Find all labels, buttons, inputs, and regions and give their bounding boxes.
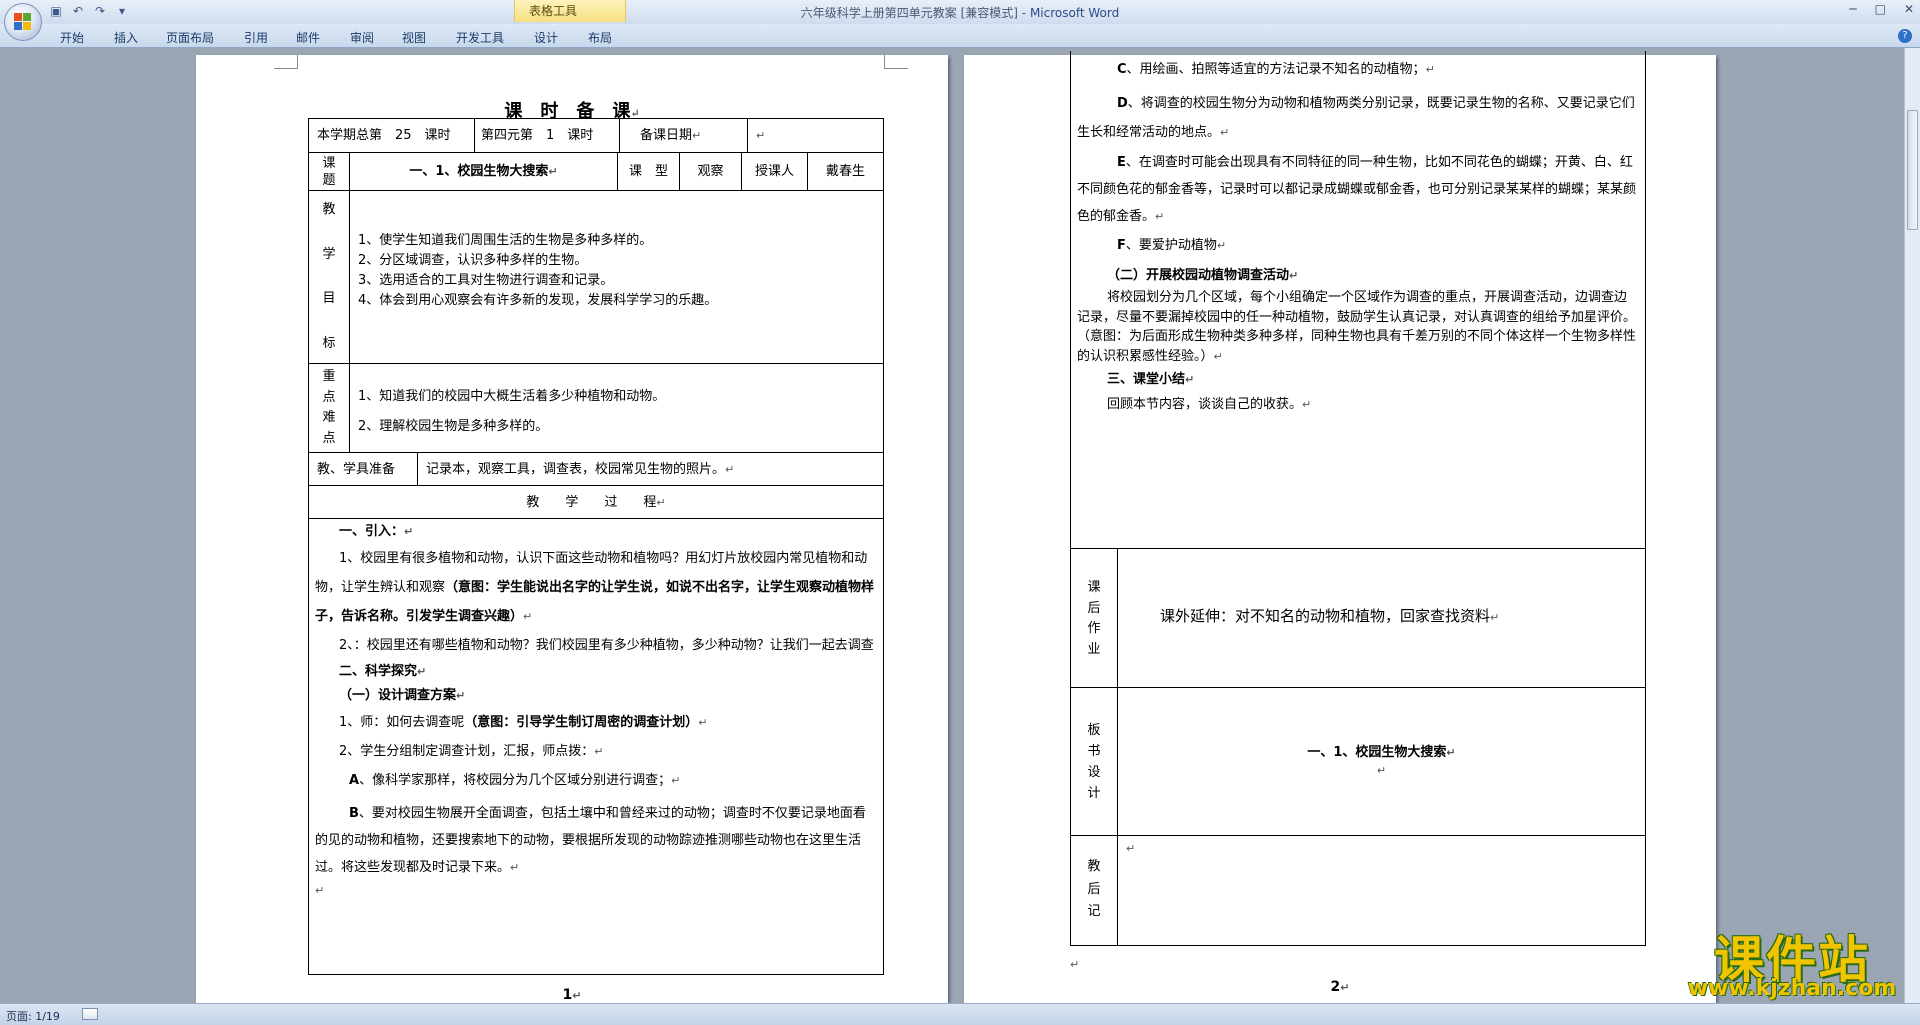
header-row: 本学期总第 25 课时 第四元第 1 课时 备课日期↵ ↵ — [308, 118, 884, 153]
process-row-continued: C、用绘画、拍照等适宜的方法记录不知名的动植物；↵ D、将调查的校园生物分为动物… — [1070, 51, 1646, 549]
summary-heading: 三、课堂小结↵ — [1107, 372, 1195, 387]
unit-lesson-cell[interactable]: 第四元第 1 课时 — [474, 119, 622, 152]
topic-row: 课题 一、1、校园生物大搜索↵ 课 型 观察 授课人 戴春生 — [308, 152, 884, 191]
goal-item: 3、选用适合的工具对生物进行调查和记录。 — [358, 273, 614, 288]
date-label-cell[interactable]: 备课日期↵ — [619, 119, 739, 152]
topic-label: 课题 — [322, 156, 336, 188]
page-2[interactable]: C、用绘画、拍照等适宜的方法记录不知名的动植物；↵ D、将调查的校园生物分为动物… — [964, 51, 1716, 1003]
process-content-continued[interactable]: C、用绘画、拍照等适宜的方法记录不知名的动植物；↵ D、将调查的校园生物分为动物… — [1071, 51, 1645, 548]
point-a: A、像科学家那样，将校园分为几个区域分别进行调查；↵ — [349, 773, 681, 788]
process-content[interactable]: 一、引入：↵ 1、校园里有很多植物和动物，认识下面这些动物和植物吗？用幻灯片放校… — [309, 519, 883, 974]
keypoints-content[interactable]: 1、知道我们的校园中大概生活着多少种植物和动物。 2、理解校园生物是多种多样的。 — [349, 364, 883, 452]
page-1[interactable]: 课 时 备 课↵ 本学期总第 25 课时 第四元第 1 课时 备课日期↵ ↵ 课… — [196, 55, 948, 1003]
topic-title-cell[interactable]: 一、1、校园生物大搜索↵ — [349, 153, 617, 190]
tab-review[interactable]: 审阅 — [350, 29, 374, 46]
homework-row: 课 后 作 业 课外延伸：对不知名的动物和植物，回家查找资料↵ — [1070, 548, 1646, 688]
tab-home[interactable]: 开始 — [60, 29, 84, 46]
intro-paragraph-2: 2、：校园里还有哪些植物和动物？我们校园里有多少种植物，多少种动物？让我们一起去… — [339, 638, 874, 653]
reflection-row: 教 后 记 ↵ — [1070, 835, 1646, 946]
board-design-row: 板 书 设 计 一、1、校园生物大搜索↵ ↵ — [1070, 687, 1646, 836]
empty-paragraph: ↵ — [315, 884, 325, 897]
reflection-label: 教 后 记 — [1087, 859, 1101, 919]
scrollbar-thumb[interactable] — [1907, 110, 1918, 230]
minimize-icon[interactable]: ─ — [1849, 2, 1856, 16]
window-title: 六年级科学上册第四单元教案 [兼容模式] - Microsoft Word — [800, 6, 1120, 20]
page-number: 2↵ — [1330, 979, 1350, 995]
crop-mark — [884, 55, 908, 69]
page-count-status[interactable]: 页面: 1/19 — [6, 1008, 60, 1024]
survey-activity-paragraph: 将校园划分为几个区域，每个小组确定一个区域作为调查的重点，开展调查活动，边调查边… — [1077, 290, 1637, 364]
goals-row: 教 学 目 标 1、使学生知道我们周围生活的生物是多种多样的。 2、分区域调查，… — [308, 190, 884, 364]
tab-mailings[interactable]: 邮件 — [296, 29, 320, 46]
materials-row: 教、学具准备 记录本，观察工具，调查表，校园常见生物的照片。↵ — [308, 452, 884, 486]
intro-heading: 一、引入：↵ — [339, 524, 414, 539]
point-d: D、将调查的校园生物分为动物和植物两类分别记录，既要记录生物的名称、又要记录它们… — [1077, 96, 1635, 140]
keypoints-row: 重 点 难 点 1、知道我们的校园中大概生活着多少种植物和动物。 2、理解校园生… — [308, 363, 884, 453]
document-area[interactable]: 课 时 备 课↵ 本学期总第 25 课时 第四元第 1 课时 备课日期↵ ↵ 课… — [0, 48, 1904, 1003]
crop-mark — [274, 55, 298, 69]
point-c: C、用绘画、拍照等适宜的方法记录不知名的动植物；↵ — [1117, 62, 1435, 77]
close-icon[interactable]: ✕ — [1904, 2, 1914, 16]
intro-paragraph-1: 1、校园里有很多植物和动物，认识下面这些动物和植物吗？用幻灯片放校园内常见植物和… — [315, 551, 875, 624]
goal-item: 4、体会到用心观察会有许多新的发现，发展科学学习的乐趣。 — [358, 293, 718, 308]
goal-item: 1、使学生知道我们周围生活的生物是多种多样的。 — [358, 233, 653, 248]
ribbon-tab-bar: 开始 插入 页面布局 引用 邮件 审阅 视图 开发工具 设计 布局 ? — [0, 24, 1920, 48]
status-bar: 页面: 1/19 — [0, 1003, 1920, 1025]
lesson-plan-table-continued: C、用绘画、拍照等适宜的方法记录不知名的动植物；↵ D、将调查的校园生物分为动物… — [1070, 51, 1646, 962]
site-watermark-logo: 课件站 www.kjzhan.com — [1687, 931, 1897, 1001]
goals-label: 教 学 目 标 — [322, 202, 336, 351]
homework-content[interactable]: 课外延伸：对不知名的动物和植物，回家查找资料↵ — [1117, 549, 1645, 687]
help-icon[interactable]: ? — [1898, 29, 1912, 43]
teacher-label-cell: 授课人 — [741, 153, 807, 190]
tab-references[interactable]: 引用 — [244, 29, 268, 46]
type-value-cell[interactable]: 观察 — [679, 153, 741, 190]
summary-paragraph: 回顾本节内容，谈谈自己的收获。↵ — [1107, 397, 1312, 412]
vertical-scrollbar[interactable] — [1904, 48, 1920, 1003]
point-f: F、要爱护动植物↵ — [1117, 238, 1227, 253]
process-label-row: 教 学 过 程↵ — [308, 485, 884, 519]
tab-page-layout[interactable]: 页面布局 — [166, 29, 214, 46]
tab-view[interactable]: 视图 — [402, 29, 426, 46]
office-button[interactable] — [4, 3, 42, 41]
keypoint-item: 1、知道我们的校园中大概生活着多少种植物和动物。 — [358, 389, 666, 404]
board-design-label: 板 书 设 计 — [1087, 723, 1101, 801]
title-bar: ▣ ↶ ↷ ▾ 表格工具 六年级科学上册第四单元教案 [兼容模式] - Micr… — [0, 0, 1920, 24]
window-controls: ─ □ ✕ — [1849, 2, 1914, 16]
reflection-content[interactable]: ↵ — [1117, 836, 1645, 945]
point-b: B、要对校园生物展开全面调查，包括土壤中和曾经来过的动物；调查时不仅要记录地面看… — [315, 806, 866, 875]
goals-content[interactable]: 1、使学生知道我们周围生活的生物是多种多样的。 2、分区域调查，认识多种多样的生… — [349, 191, 883, 363]
materials-content[interactable]: 记录本，观察工具，调查表，校园常见生物的照片。↵ — [417, 453, 883, 485]
keypoints-label: 重 点 难 点 — [322, 369, 336, 446]
maximize-icon[interactable]: □ — [1875, 2, 1886, 16]
design-plan-heading: （一）设计调查方案↵ — [339, 688, 466, 703]
question-2: 2、学生分组制定调查计划，汇报，师点拨：↵ — [339, 744, 604, 759]
process-label: 教 学 过 程↵ — [526, 495, 666, 510]
proofing-icon[interactable] — [82, 1008, 98, 1020]
tab-layout[interactable]: 布局 — [588, 29, 612, 46]
tab-developer[interactable]: 开发工具 — [456, 29, 504, 46]
office-logo-icon — [14, 13, 32, 31]
teacher-name-cell[interactable]: 戴春生 — [807, 153, 883, 190]
materials-label: 教、学具准备 — [317, 462, 396, 477]
explore-heading: 二、科学探究↵ — [339, 664, 427, 679]
end-mark: ↵ — [1070, 958, 1080, 971]
tab-insert[interactable]: 插入 — [114, 29, 138, 46]
type-label-cell: 课 型 — [617, 153, 679, 190]
point-e: E、在调查时可能会出现具有不同特征的同一种生物，比如不同花色的蝴蝶；开黄、白、红… — [1077, 155, 1637, 224]
lesson-plan-table: 本学期总第 25 课时 第四元第 1 课时 备课日期↵ ↵ 课题 一、1、校园生… — [308, 118, 884, 975]
keypoint-item: 2、理解校园生物是多种多样的。 — [358, 419, 549, 434]
survey-activity-heading: （二）开展校园动植物调查活动↵ — [1107, 268, 1299, 283]
date-value-cell[interactable]: ↵ — [747, 119, 883, 152]
goal-item: 2、分区域调查，认识多种多样的生物。 — [358, 253, 588, 268]
total-lesson-cell[interactable]: 本学期总第 25 课时 — [317, 119, 477, 152]
tab-design[interactable]: 设计 — [534, 29, 558, 46]
process-row: 一、引入：↵ 1、校园里有很多植物和动物，认识下面这些动物和植物吗？用幻灯片放校… — [308, 518, 884, 975]
question-1: 1、师：如何去调查呢（意图：引导学生制订周密的调查计划）↵ — [339, 715, 708, 730]
page-number: 1↵ — [562, 987, 582, 1003]
board-design-content[interactable]: 一、1、校园生物大搜索↵ ↵ — [1117, 688, 1645, 835]
homework-label: 课 后 作 业 — [1087, 580, 1101, 657]
